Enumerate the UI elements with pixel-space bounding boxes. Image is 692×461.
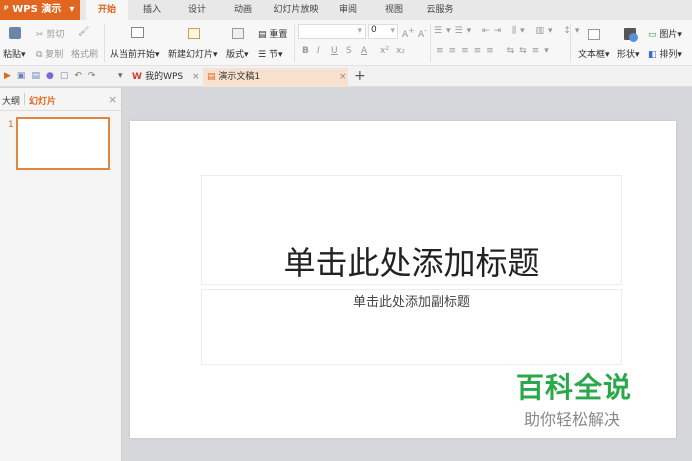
open-icon: ▶ <box>4 71 17 81</box>
quick-access-icons[interactable]: ▶▣▤●▢↶↷ <box>4 71 101 81</box>
cut-button[interactable]: ✂ 剪切 <box>36 27 64 40</box>
presentation-icon: ▤ <box>207 72 219 82</box>
subtitle-placeholder[interactable]: 单击此处添加副标题 <box>201 289 622 365</box>
brush-icon: 🖌 <box>78 27 90 37</box>
reset-button[interactable]: ▤ 重置 <box>258 27 287 40</box>
font-size-select[interactable]: 0 ▾ <box>368 24 398 39</box>
print-icon: ● <box>45 71 60 81</box>
more-icon[interactable]: ▾ <box>118 71 123 81</box>
tab-cloud[interactable]: 云服务 <box>420 0 460 20</box>
saveas-icon: ▤ <box>31 71 46 81</box>
redo-icon: ↷ <box>87 71 102 81</box>
reset-icon: ▤ <box>258 30 270 40</box>
picture-icon: ▭ <box>648 30 660 40</box>
superscript-button[interactable]: x² <box>380 46 389 56</box>
doc-tab-presentation[interactable]: ▤ 演示文稿1 × <box>203 68 348 87</box>
tab-design[interactable]: 设计 <box>178 0 216 20</box>
tab-animation[interactable]: 动画 <box>224 0 262 20</box>
slide-thumbnail[interactable] <box>16 117 110 170</box>
tab-outline[interactable]: 大纲 <box>2 94 20 107</box>
copy-button[interactable]: ⧉ 复制 <box>36 47 63 60</box>
paragraph-align-buttons[interactable]: ≡≡≡≡≡ ⇆⇆≡▾ <box>436 46 554 56</box>
grow-font-button[interactable]: A+ <box>402 26 414 40</box>
save-icon: ▣ <box>16 71 32 81</box>
close-icon: × <box>339 72 347 82</box>
watermark-subtitle: 助你轻松解决 <box>524 410 621 429</box>
shape-icon <box>624 28 638 42</box>
shape-button[interactable]: 形状▾ <box>617 47 640 60</box>
new-slide-button[interactable]: 新建幻灯片▾ <box>168 47 218 60</box>
slide-number: 1 <box>8 120 14 130</box>
shrink-font-button[interactable]: A- <box>418 26 427 40</box>
font-name-select[interactable]: ▾ <box>298 24 366 39</box>
menu-bar: ᵖ WPS 演示 ▾ 开始 插入 设计 动画 幻灯片放映 审阅 视图 云服务 <box>0 0 692 20</box>
tab-slides[interactable]: 幻灯片 <box>29 94 56 107</box>
from-current-button[interactable]: 从当前开始▾ <box>110 47 160 60</box>
format-painter-button[interactable]: 格式刷 <box>71 47 98 60</box>
font-color-button[interactable]: A <box>361 46 367 56</box>
scissors-icon: ✂ <box>36 30 47 40</box>
close-panel-icon[interactable]: × <box>108 93 117 106</box>
close-icon: × <box>192 72 200 82</box>
bold-button[interactable]: B <box>302 46 309 56</box>
textbox-button[interactable]: 文本框▾ <box>578 47 610 60</box>
tab-insert[interactable]: 插入 <box>133 0 171 20</box>
tab-home[interactable]: 开始 <box>86 0 128 20</box>
tab-review[interactable]: 审阅 <box>330 0 366 20</box>
italic-button[interactable]: I <box>317 46 320 56</box>
doc-tab-mywps[interactable]: W 我的WPS × <box>128 68 202 87</box>
paragraph-list-buttons[interactable]: ☰▾☰▾ ⇤⇥ ⫼▾ ▥▾ ↕▾ <box>434 26 583 36</box>
arrange-icon: ◧ <box>648 50 660 60</box>
tab-view[interactable]: 视图 <box>376 0 412 20</box>
title-placeholder[interactable]: 单击此处添加标题 <box>201 175 622 285</box>
chevron-down-icon: ▾ <box>69 4 75 15</box>
paste-icon <box>9 27 21 39</box>
preview-icon: ▢ <box>59 71 75 81</box>
tab-slideshow[interactable]: 幻灯片放映 <box>266 0 326 20</box>
watermark-title: 百科全说 <box>516 371 633 404</box>
slides-panel: 大纲 幻灯片 × 1 <box>0 88 122 461</box>
new-slide-icon <box>188 28 200 39</box>
section-button[interactable]: ☰ 节▾ <box>258 47 282 60</box>
layout-icon <box>232 28 244 39</box>
app-menu-button[interactable]: ᵖ WPS 演示 ▾ <box>0 0 80 20</box>
paste-button[interactable]: 粘贴▾ <box>3 47 26 60</box>
arrange-button[interactable]: ◧ 排列▾ <box>648 47 682 60</box>
strike-button[interactable]: S <box>346 46 352 56</box>
underline-button[interactable]: U <box>331 46 338 56</box>
wps-w-icon: W <box>132 72 146 82</box>
section-icon: ☰ <box>258 50 269 60</box>
copy-icon: ⧉ <box>36 50 46 60</box>
picture-button[interactable]: ▭ 图片▾ <box>648 27 682 40</box>
new-tab-button[interactable]: + <box>354 68 366 84</box>
layout-button[interactable]: 版式▾ <box>226 47 249 60</box>
slideshow-icon <box>131 27 144 38</box>
undo-icon: ↶ <box>74 71 88 81</box>
subscript-button[interactable]: x₂ <box>396 46 405 56</box>
textbox-icon <box>588 29 600 40</box>
